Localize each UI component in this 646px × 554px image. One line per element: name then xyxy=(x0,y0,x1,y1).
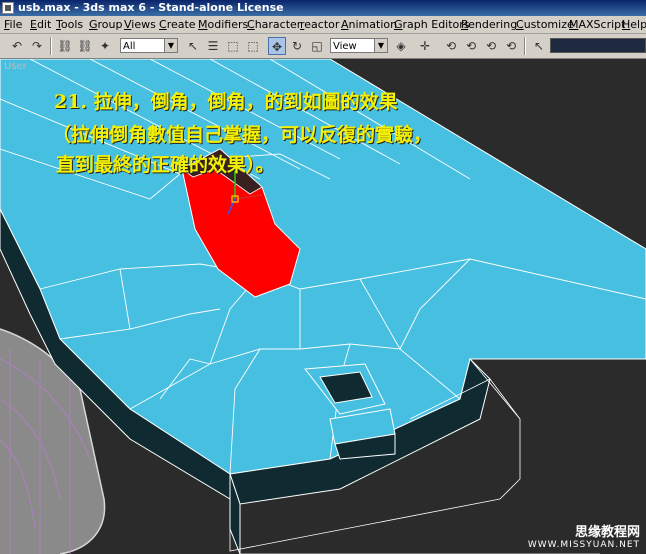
bind-space-warp-icon[interactable]: ✦ xyxy=(96,37,114,55)
menu-file[interactable]: File xyxy=(4,18,22,31)
menu-help[interactable]: Help xyxy=(622,18,646,31)
named-selection-dropdown[interactable] xyxy=(550,38,646,53)
menu-modifiers[interactable]: Modifiers xyxy=(198,18,248,31)
select-and-move-icon[interactable]: ✥ xyxy=(268,37,286,55)
select-and-rotate-icon[interactable]: ↻ xyxy=(288,37,306,55)
snaps-toggle-icon[interactable]: ⟲ xyxy=(442,37,460,55)
percent-snap-icon[interactable]: ⟲ xyxy=(482,37,500,55)
rectangular-selection-icon[interactable]: ⬚ xyxy=(224,37,242,55)
select-and-link-icon[interactable]: ⛓ xyxy=(56,37,74,55)
annotation-line-2: （拉伸倒角數值自己掌握，可以反復的實驗， xyxy=(52,124,433,146)
watermark-title: 思缘教程网 xyxy=(574,525,640,540)
chevron-down-icon: ▼ xyxy=(374,39,387,52)
menu-tools[interactable]: Tools xyxy=(56,18,83,31)
spinner-snap-icon[interactable]: ⟲ xyxy=(502,37,520,55)
menu-group[interactable]: Group xyxy=(89,18,123,31)
menu-customize[interactable]: Customize xyxy=(516,18,574,31)
chevron-down-icon: ▼ xyxy=(164,39,177,52)
undo-icon[interactable]: ↶ xyxy=(8,37,26,55)
annotation-line-3: 直到最終的正確的效果）。 xyxy=(56,154,275,176)
menu-graph-editors[interactable]: Graph Editors xyxy=(394,18,470,31)
main-toolbar: ↶ ↷ ⛓ ⛓ ✦ All ▼ ↖ ☰ ⬚ ⬚ ✥ ↻ ◱ View ▼ ◈ ✛… xyxy=(0,34,646,59)
select-and-scale-icon[interactable]: ◱ xyxy=(308,37,326,55)
annotation-line-1: 21. 拉伸，倒角，倒角，的到如圖的效果 xyxy=(54,91,398,113)
unlink-icon[interactable]: ⛓ xyxy=(76,37,94,55)
title-bar: usb.max - 3ds max 6 - Stand-alone Licens… xyxy=(0,0,646,16)
pivot-center-icon[interactable]: ◈ xyxy=(392,37,410,55)
reference-coordinate-dropdown[interactable]: View ▼ xyxy=(330,38,388,53)
menu-bar: File Edit Tools Group Views Create Modif… xyxy=(0,16,646,34)
watermark: 思缘教程网 WWW.MISSYUAN.NET xyxy=(528,521,640,550)
viewport-user[interactable]: User 21. 拉伸，倒角，倒角，的到如圖的效果 （拉伸倒角數值自己掌握，可以… xyxy=(0,59,646,554)
selection-filter-dropdown[interactable]: All ▼ xyxy=(120,38,178,53)
menu-maxscript[interactable]: MAXScript xyxy=(569,18,625,31)
menu-animation[interactable]: Animation xyxy=(341,18,397,31)
angle-snap-icon[interactable]: ⟲ xyxy=(462,37,480,55)
menu-reactor[interactable]: reactor xyxy=(300,18,339,31)
menu-create[interactable]: Create xyxy=(159,18,196,31)
menu-rendering[interactable]: Rendering xyxy=(461,18,517,31)
menu-character[interactable]: Character xyxy=(247,18,301,31)
app-icon[interactable] xyxy=(2,2,14,14)
menu-edit[interactable]: Edit xyxy=(30,18,51,31)
window-title: usb.max - 3ds max 6 - Stand-alone Licens… xyxy=(18,1,284,14)
select-object-icon[interactable]: ↖ xyxy=(184,37,202,55)
reference-coordinate-value: View xyxy=(333,41,357,52)
select-by-name-icon[interactable]: ☰ xyxy=(204,37,222,55)
toolbar-separator xyxy=(524,37,526,55)
watermark-url: WWW.MISSYUAN.NET xyxy=(527,540,640,550)
redo-icon[interactable]: ↷ xyxy=(28,37,46,55)
manipulate-icon[interactable]: ✛ xyxy=(416,37,434,55)
toolbar-separator xyxy=(50,37,52,55)
menu-views[interactable]: Views xyxy=(124,18,156,31)
edit-named-selection-icon[interactable]: ↖ xyxy=(530,37,548,55)
selection-filter-value: All xyxy=(123,41,136,52)
viewport-label[interactable]: User xyxy=(4,61,27,72)
window-crossing-icon[interactable]: ⬚ xyxy=(244,37,262,55)
